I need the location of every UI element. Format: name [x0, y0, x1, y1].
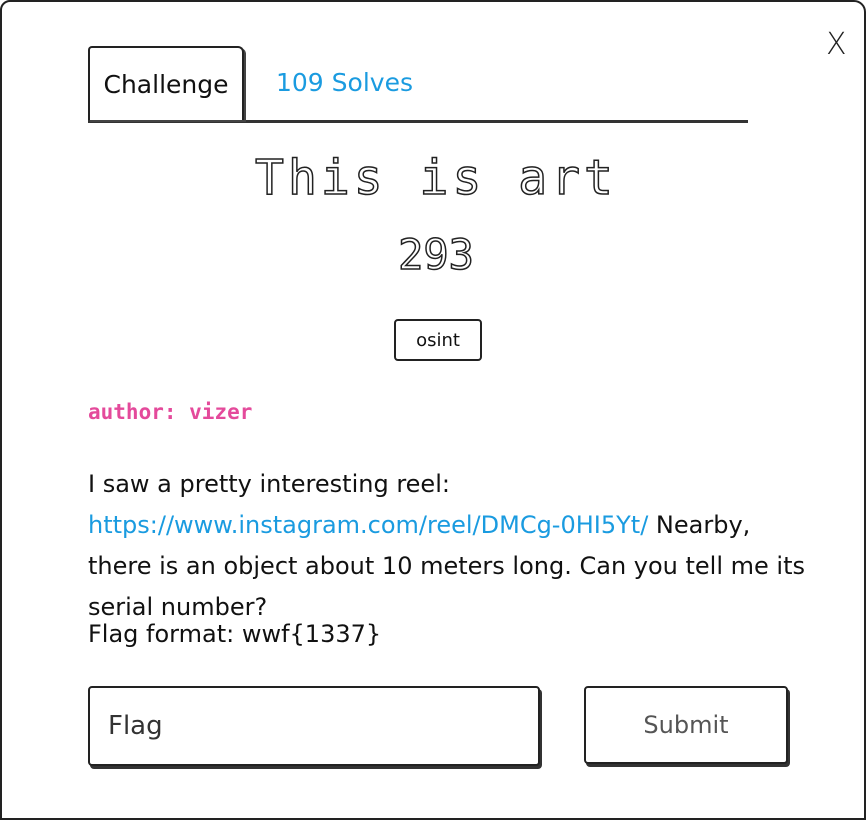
- tab-bar: Challenge 109 Solves: [88, 46, 748, 123]
- submit-button[interactable]: Submit: [584, 686, 788, 764]
- flag-input[interactable]: [88, 686, 540, 766]
- challenge-description: I saw a pretty interesting reel: https:/…: [88, 464, 808, 628]
- challenge-modal: X Challenge 109 Solves This is art 293 o…: [0, 0, 866, 820]
- category-tag: osint: [394, 319, 482, 361]
- tab-solves[interactable]: 109 Solves: [276, 68, 413, 97]
- reel-link[interactable]: https://www.instagram.com/reel/DMCg-0HI5…: [88, 511, 648, 539]
- close-button[interactable]: X: [826, 30, 847, 60]
- challenge-points: 293: [397, 229, 474, 280]
- tab-challenge[interactable]: Challenge: [88, 46, 244, 120]
- description-intro: I saw a pretty interesting reel:: [88, 470, 450, 498]
- flag-format: Flag format: wwf{1337}: [88, 620, 382, 648]
- challenge-title: This is art: [254, 149, 617, 207]
- author-line: author: vizer: [88, 400, 253, 424]
